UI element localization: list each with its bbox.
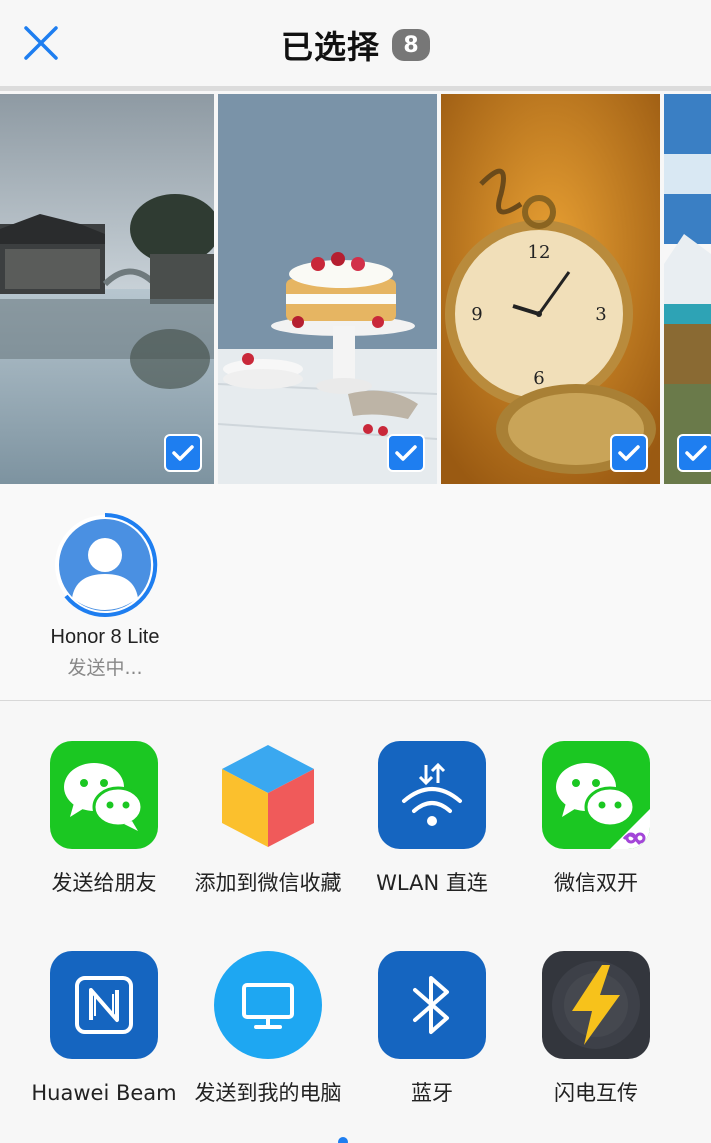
title-group: 已选择 8 bbox=[0, 22, 711, 68]
nfc-beam-icon bbox=[50, 951, 158, 1059]
wechat-icon bbox=[50, 741, 158, 849]
photo-selected-checkbox[interactable] bbox=[164, 434, 202, 472]
svg-text:12: 12 bbox=[528, 242, 551, 263]
svg-text:3: 3 bbox=[595, 304, 606, 325]
checkmark-icon bbox=[395, 445, 417, 461]
user-avatar-icon bbox=[55, 512, 158, 617]
svg-text:6: 6 bbox=[533, 368, 544, 389]
lightning-icon bbox=[542, 951, 650, 1059]
share-target-lightning-transfer[interactable]: 闪电互传 bbox=[514, 951, 678, 1107]
dual-app-badge-icon bbox=[610, 809, 650, 849]
top-bar: 已选择 8 bbox=[0, 0, 711, 86]
nearby-devices-section: Honor 8 Lite 发送中... bbox=[0, 484, 711, 700]
mountain-lake-image bbox=[664, 94, 711, 484]
share-targets-grid: 发送给朋友 添加到微信收藏 WLAN 直连 微信双开 Huawei Beam 发… bbox=[0, 701, 711, 1143]
share-target-bluetooth[interactable]: 蓝牙 bbox=[350, 951, 514, 1107]
checkmark-icon bbox=[685, 445, 707, 461]
photo-selected-checkbox[interactable] bbox=[677, 434, 711, 472]
bluetooth-icon bbox=[378, 951, 486, 1059]
photo-selected-checkbox[interactable] bbox=[387, 434, 425, 472]
photo-thumbnail-water-town[interactable] bbox=[0, 94, 214, 484]
page-indicator-dot bbox=[338, 1137, 348, 1143]
page-title: 已选择 bbox=[280, 28, 380, 66]
water-town-image bbox=[0, 94, 214, 484]
share-target-label: 微信双开 bbox=[554, 871, 638, 895]
photo-thumbnail-mountain-lake[interactable] bbox=[664, 94, 711, 484]
device-avatar bbox=[52, 512, 158, 618]
photo-thumbnail-pocket-watch[interactable]: 12 3 6 9 bbox=[441, 94, 660, 484]
checkmark-icon bbox=[172, 445, 194, 461]
checkmark-icon bbox=[618, 445, 640, 461]
share-target-wechat-favorites[interactable]: 添加到微信收藏 bbox=[186, 741, 350, 897]
wechat-favorites-icon bbox=[214, 741, 322, 849]
share-target-label: 添加到微信收藏 bbox=[194, 871, 342, 895]
share-target-wlan-direct[interactable]: WLAN 直连 bbox=[350, 741, 514, 897]
share-target-label: Huawei Beam bbox=[31, 1081, 177, 1105]
wechat-dual-icon bbox=[542, 741, 650, 849]
share-target-label: 闪电互传 bbox=[554, 1081, 638, 1105]
share-target-huawei-beam[interactable]: Huawei Beam bbox=[22, 951, 186, 1107]
device-transfer-status: 发送中... bbox=[67, 657, 143, 679]
nearby-device-honor-8-lite[interactable]: Honor 8 Lite 发送中... bbox=[30, 512, 180, 680]
share-target-wechat-dual[interactable]: 微信双开 bbox=[514, 741, 678, 897]
header-divider bbox=[0, 86, 711, 91]
share-target-send-to-friend[interactable]: 发送给朋友 bbox=[22, 741, 186, 897]
device-name: Honor 8 Lite bbox=[50, 626, 160, 648]
share-target-send-to-pc[interactable]: 发送到我的电脑 bbox=[186, 951, 350, 1107]
photo-thumbnail-cake[interactable] bbox=[218, 94, 437, 484]
photo-selected-checkbox[interactable] bbox=[610, 434, 648, 472]
monitor-icon bbox=[214, 951, 322, 1059]
selected-count-badge: 8 bbox=[392, 29, 430, 61]
share-target-label: 蓝牙 bbox=[411, 1081, 453, 1105]
selected-photos-strip[interactable]: 12 3 6 9 bbox=[0, 94, 711, 484]
share-target-label: WLAN 直连 bbox=[376, 871, 488, 895]
strawberry-cake-image bbox=[218, 94, 437, 484]
share-target-label: 发送到我的电脑 bbox=[194, 1081, 342, 1105]
share-target-label: 发送给朋友 bbox=[51, 871, 157, 895]
wlan-direct-icon bbox=[378, 741, 486, 849]
pocket-watch-image: 12 3 6 9 bbox=[441, 94, 660, 484]
svg-text:9: 9 bbox=[471, 304, 482, 325]
